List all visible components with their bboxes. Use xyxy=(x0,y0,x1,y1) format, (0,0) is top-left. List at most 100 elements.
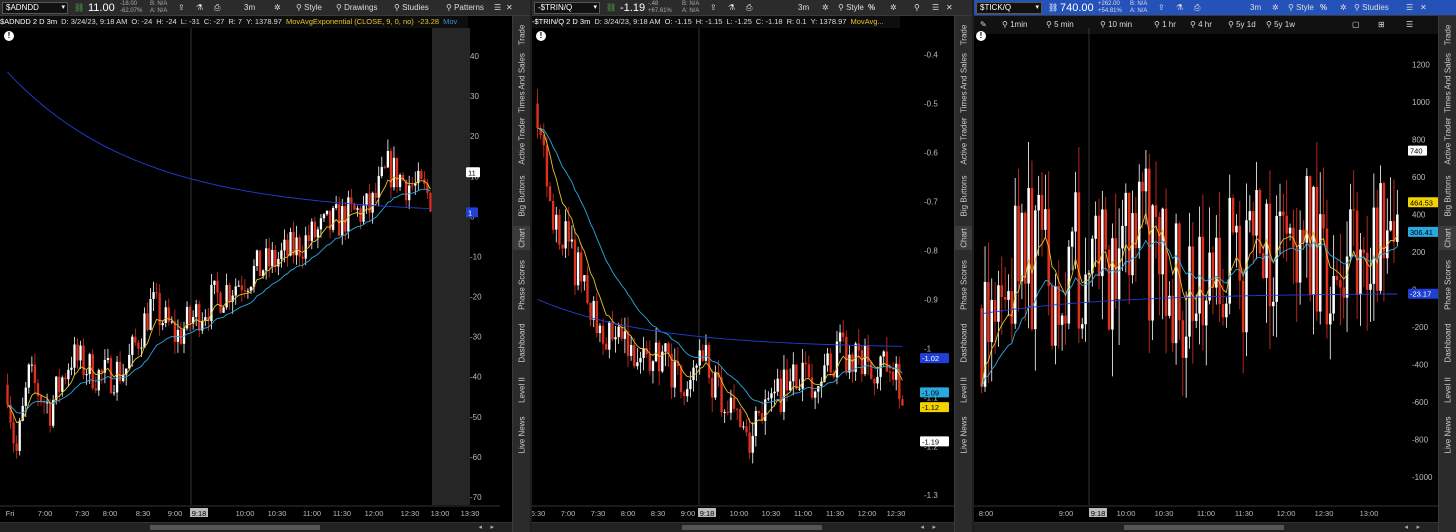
side-tab-active-trader[interactable]: Active Trader xyxy=(1439,116,1456,166)
candle-body xyxy=(1225,303,1228,318)
side-tab-label: Times And Sales xyxy=(517,53,527,113)
side-tab-big-buttons[interactable]: Big Buttons xyxy=(955,170,972,222)
candle-body xyxy=(356,208,359,210)
candle-body xyxy=(1171,295,1175,344)
y-tick-label: -20 xyxy=(470,293,482,302)
candle-body xyxy=(623,331,627,339)
candle-body xyxy=(792,364,795,382)
candle-body xyxy=(1044,209,1047,230)
price-chart[interactable]: 403020100-10-20-30-40-50-60-70111Fri7:00… xyxy=(0,0,512,532)
candle-body xyxy=(304,235,307,259)
side-tab-phase-scores[interactable]: Phase Scores xyxy=(955,254,972,316)
x-tick-label: 10:00 xyxy=(236,509,255,518)
side-tab-active-trader[interactable]: Active Trader xyxy=(955,116,972,166)
y-tick-label: -200 xyxy=(1412,323,1429,332)
x-tick-label: 11:30 xyxy=(1235,509,1253,518)
candle-body xyxy=(735,408,739,410)
scroll-thumb[interactable] xyxy=(150,525,320,530)
side-tab-level-ii[interactable]: Level II xyxy=(955,370,972,410)
side-tab-dashboard[interactable]: Dashboard xyxy=(1439,320,1456,366)
candle-body xyxy=(658,342,661,372)
side-tab-label: Phase Scores xyxy=(959,260,969,310)
candle-body xyxy=(804,362,807,365)
y-tick-label: -400 xyxy=(1412,360,1429,369)
horizontal-scrollbar[interactable]: ◂ ▸ xyxy=(974,522,1438,532)
candle-body xyxy=(70,367,73,370)
candle-body xyxy=(6,384,9,405)
side-tab-times-and-sales[interactable]: Times And Sales xyxy=(513,53,530,113)
candle-body xyxy=(347,197,350,232)
y-tick-label: 20 xyxy=(470,132,479,141)
price-badge-label: 306.41 xyxy=(1410,228,1433,237)
candle-body xyxy=(1342,287,1345,298)
candle-body xyxy=(88,354,91,375)
candle-body xyxy=(1282,211,1285,216)
candle-body xyxy=(301,256,304,259)
candle-body xyxy=(980,308,983,387)
side-tab-times-and-sales[interactable]: Times And Sales xyxy=(955,53,972,113)
scroll-right-icon[interactable]: ▸ xyxy=(490,523,494,532)
side-tab-big-buttons[interactable]: Big Buttons xyxy=(1439,170,1456,222)
candle-body xyxy=(1352,209,1356,211)
candle-body xyxy=(626,331,630,356)
scroll-thumb[interactable] xyxy=(1124,525,1284,530)
candle-body xyxy=(1054,286,1057,346)
side-tab-phase-scores[interactable]: Phase Scores xyxy=(513,254,530,316)
side-tab-level-ii[interactable]: Level II xyxy=(513,370,530,410)
candle-body xyxy=(243,290,247,292)
candle-body xyxy=(1329,313,1332,325)
alert-icon[interactable]: ! xyxy=(536,31,546,41)
candle-body xyxy=(863,345,867,375)
candle-body xyxy=(1369,283,1372,290)
side-tab-live-news[interactable]: Live News xyxy=(1439,414,1456,456)
side-tab-chart[interactable]: Chart xyxy=(1439,226,1456,250)
candle-body xyxy=(990,300,994,343)
scroll-left-icon[interactable]: ◂ xyxy=(920,523,924,532)
side-tab-level-ii[interactable]: Level II xyxy=(1439,370,1456,410)
alert-icon[interactable]: ! xyxy=(976,31,986,41)
candle-body xyxy=(283,239,286,251)
candle-body xyxy=(52,400,55,426)
candle-body xyxy=(739,409,742,428)
horizontal-scrollbar[interactable]: ◂ ▸ xyxy=(532,522,954,532)
candle-body xyxy=(94,388,97,391)
candle-body xyxy=(48,402,52,426)
candle-body xyxy=(73,344,76,368)
candle-body xyxy=(265,248,268,271)
scroll-right-icon[interactable]: ▸ xyxy=(932,523,936,532)
side-tab-chart[interactable]: Chart xyxy=(513,226,530,250)
alert-icon[interactable]: ! xyxy=(4,31,14,41)
side-tab-trade[interactable]: Trade xyxy=(513,20,530,50)
candle-body xyxy=(152,292,155,300)
scroll-left-icon[interactable]: ◂ xyxy=(478,523,482,532)
candle-body xyxy=(608,321,611,350)
price-chart[interactable]: -0.4-0.5-0.6-0.7-0.8-0.9-1-1.1-1.2-1.3-1… xyxy=(532,0,954,532)
candle-body xyxy=(748,432,751,453)
scroll-thumb[interactable] xyxy=(682,525,822,530)
candle-body xyxy=(592,301,595,320)
price-chart[interactable]: 120010008006004002000-200-400-600-800-10… xyxy=(974,0,1438,532)
side-tab-active-trader[interactable]: Active Trader xyxy=(513,116,530,166)
side-tab-live-news[interactable]: Live News xyxy=(955,414,972,456)
side-tab-trade[interactable]: Trade xyxy=(955,20,972,50)
side-tab-big-buttons[interactable]: Big Buttons xyxy=(513,170,530,222)
side-tab-dashboard[interactable]: Dashboard xyxy=(513,320,530,366)
side-tab-phase-scores[interactable]: Phase Scores xyxy=(1439,254,1456,316)
side-tab-trade[interactable]: Trade xyxy=(1439,20,1456,50)
side-tab-label: Trade xyxy=(959,24,969,46)
candle-body xyxy=(1127,192,1131,276)
scroll-right-icon[interactable]: ▸ xyxy=(1416,523,1420,532)
side-tab-chart[interactable]: Chart xyxy=(955,226,972,250)
scroll-left-icon[interactable]: ◂ xyxy=(1404,523,1408,532)
horizontal-scrollbar[interactable]: ◂ ▸ xyxy=(0,522,512,532)
candle-body xyxy=(1379,183,1382,291)
candle-body xyxy=(1315,186,1319,312)
after-hours-shade xyxy=(432,28,470,505)
side-tab-dashboard[interactable]: Dashboard xyxy=(955,320,972,366)
candle-body xyxy=(371,192,374,213)
side-tab-times-and-sales[interactable]: Times And Sales xyxy=(1439,53,1456,113)
side-tab-label: Active Trader xyxy=(517,117,527,165)
candle-body xyxy=(12,422,15,444)
candle-body xyxy=(76,344,79,361)
side-tab-live-news[interactable]: Live News xyxy=(513,414,530,456)
